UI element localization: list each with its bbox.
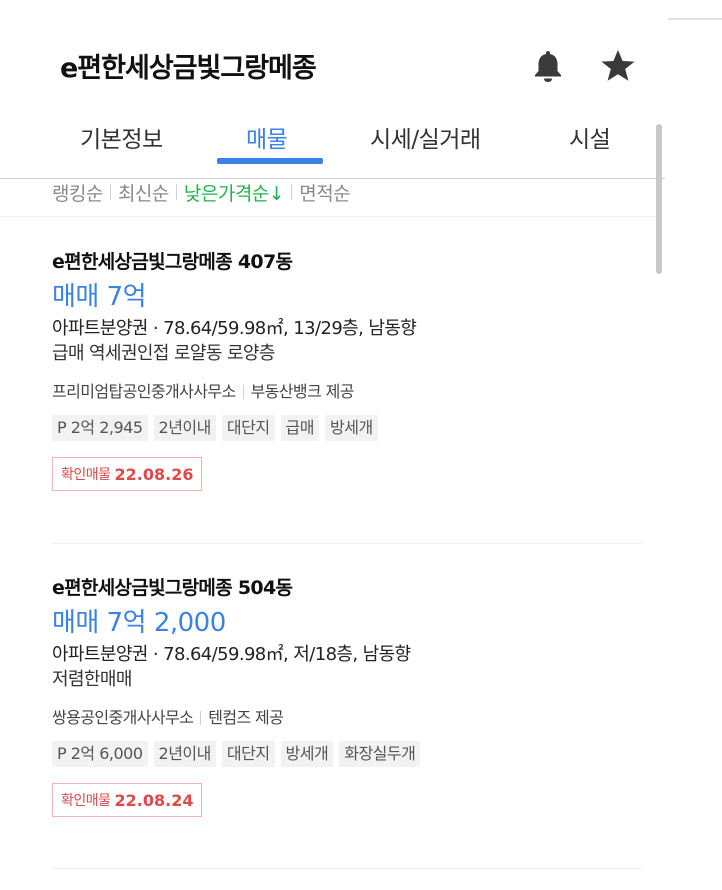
verified-date: 22.08.26 <box>114 464 194 484</box>
listing-agent-row: 쌍용공인중개사사무소 텐컴즈 제공 <box>52 707 642 729</box>
listing-description: 저렴한매매 <box>52 669 132 690</box>
listing-title: e편한세상금빛그랑메종 504동 <box>52 577 293 599</box>
listing-spec: 아파트분양권 · 78.64/59.98㎡, 13/29층, 남동향 <box>52 318 417 339</box>
listing-card[interactable]: e편한세상금빛그랑메종 504동 매매 7억 2,000 아파트분양권 · 78… <box>52 576 642 817</box>
tag: 2년이내 <box>153 741 216 767</box>
tag-premium: P 2억 2,945 <box>52 415 148 441</box>
sort-latest[interactable]: 최신순 <box>118 179 169 206</box>
tag-row: P 2억 6,000 2년이내 대단지 방세개 화장실두개 <box>52 741 642 767</box>
tag: 화장실두개 <box>339 741 421 767</box>
sort-separator <box>291 184 293 200</box>
verified-label: 확인매물 <box>61 793 111 809</box>
notification-button[interactable] <box>528 46 568 86</box>
complex-header: e편한세상금빛그랑메종 <box>0 0 660 120</box>
verified-label: 확인매물 <box>61 467 111 483</box>
verified-listing-badge: 확인매물 22.08.24 <box>52 783 203 817</box>
sort-separator <box>109 184 111 200</box>
agent-name: 프리미엄탑공인중개사사무소 <box>52 382 236 401</box>
listing-title: e편한세상금빛그랑메종 407동 <box>52 251 293 273</box>
tag-row: P 2억 2,945 2년이내 대단지 급매 방세개 <box>52 415 642 441</box>
listing-divider <box>52 868 642 869</box>
listing-price: 매매 7억 2,000 <box>52 608 226 638</box>
tag: 급매 <box>280 415 319 441</box>
star-icon <box>601 50 635 81</box>
sort-bar-divider <box>0 216 660 217</box>
tab-listings[interactable]: 매물 <box>246 120 288 154</box>
sort-area[interactable]: 면적순 <box>299 179 350 206</box>
agent-separator <box>200 711 202 725</box>
sort-options-bar: 랭킹순 최신순 낮은가격순↓ 면적순 <box>52 170 350 214</box>
listing-provider: 텐컴즈 제공 <box>208 708 284 727</box>
verified-date: 22.08.24 <box>114 790 194 810</box>
listing-provider: 부동산뱅크 제공 <box>250 382 355 401</box>
complex-title: e편한세상금빛그랑메종 <box>60 53 317 84</box>
listing-price: 매매 7억 <box>52 282 147 312</box>
listing-spec: 아파트분양권 · 78.64/59.98㎡, 저/18층, 남동향 <box>52 644 411 665</box>
sort-separator <box>175 184 177 200</box>
agent-name: 쌍용공인중개사사무소 <box>52 708 194 727</box>
tab-basic-info[interactable]: 기본정보 <box>80 120 163 154</box>
tab-bar-divider <box>0 178 665 179</box>
favorite-button[interactable] <box>598 46 638 86</box>
top-right-rule <box>668 18 722 20</box>
tag: 방세개 <box>325 415 378 441</box>
active-tab-indicator <box>217 158 323 164</box>
listing-agent-row: 프리미엄탑공인중개사사무소 부동산뱅크 제공 <box>52 381 642 403</box>
tab-price-transactions[interactable]: 시세/실거래 <box>370 120 481 154</box>
sort-lowest-price[interactable]: 낮은가격순↓ <box>184 179 285 206</box>
listing-card[interactable]: e편한세상금빛그랑메종 407동 매매 7억 아파트분양권 · 78.64/59… <box>52 250 642 491</box>
agent-separator <box>242 385 244 399</box>
sort-ranking[interactable]: 랭킹순 <box>52 179 103 206</box>
tag: 대단지 <box>221 741 275 767</box>
tag-premium: P 2억 6,000 <box>52 741 148 767</box>
tab-facilities[interactable]: 시설 <box>569 120 611 154</box>
tag: 2년이내 <box>153 415 216 441</box>
listing-divider <box>52 543 642 544</box>
bell-icon <box>535 51 561 82</box>
scrollbar-thumb[interactable] <box>656 124 662 274</box>
listing-description: 급매 역세권인접 로얄동 로양층 <box>52 343 275 364</box>
tag: 방세개 <box>280 741 334 767</box>
tag: 대단지 <box>221 415 275 441</box>
verified-listing-badge: 확인매물 22.08.26 <box>52 457 203 491</box>
